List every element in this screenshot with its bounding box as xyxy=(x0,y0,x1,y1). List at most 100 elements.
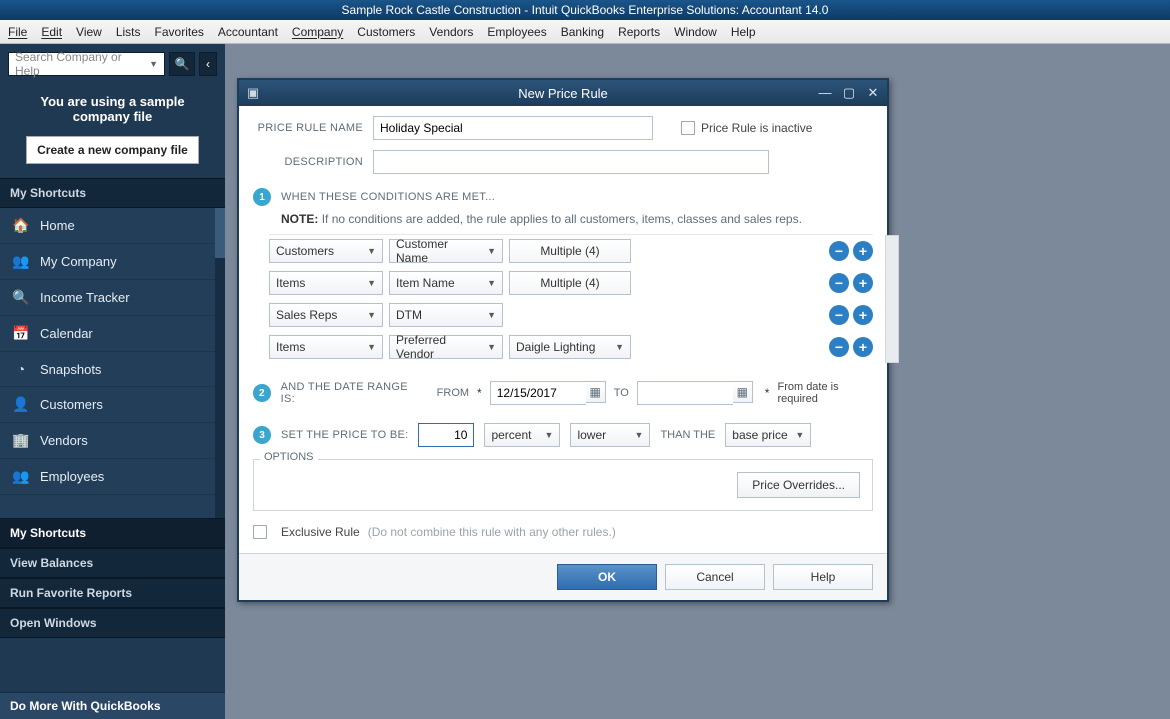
sidebar-item-income[interactable]: 🔍Income Tracker xyxy=(0,280,225,316)
sidebar-item-label: Employees xyxy=(40,469,104,484)
search-input[interactable]: Search Company or Help ▼ xyxy=(8,52,165,76)
add-condition-button[interactable]: + xyxy=(853,305,873,325)
dialog-titlebar[interactable]: ▣ New Price Rule — ▢ ✕ xyxy=(239,80,887,106)
menu-lists[interactable]: Lists xyxy=(116,25,141,39)
sidebar-item-snapshots[interactable]: ◔Snapshots xyxy=(0,352,225,387)
new-price-rule-dialog: ▣ New Price Rule — ▢ ✕ PRICE RULE NAME P… xyxy=(237,78,889,602)
inactive-checkbox[interactable] xyxy=(681,121,695,135)
conditions-scrollbar[interactable] xyxy=(885,235,899,363)
sidebar-item-label: Calendar xyxy=(40,326,93,341)
step-1-badge: 1 xyxy=(253,188,271,206)
condition-type-dropdown[interactable]: Sales Reps▼ xyxy=(269,303,383,327)
remove-condition-button[interactable]: − xyxy=(829,305,849,325)
step-2-label: AND THE DATE RANGE IS: xyxy=(281,381,423,405)
menu-banking[interactable]: Banking xyxy=(561,25,604,39)
sidebar-item-label: Income Tracker xyxy=(40,290,130,305)
sidebar-item-vendors[interactable]: 🏢Vendors xyxy=(0,423,225,459)
exclusive-hint: (Do not combine this rule with any other… xyxy=(368,525,616,539)
calendar-icon[interactable]: ▦ xyxy=(733,381,753,403)
dialog-menu-icon[interactable]: ▣ xyxy=(239,85,267,101)
description-input[interactable] xyxy=(373,150,769,174)
direction-dropdown[interactable]: lower▼ xyxy=(570,423,650,447)
add-condition-button[interactable]: + xyxy=(853,273,873,293)
condition-value-button[interactable]: Multiple (4) xyxy=(509,239,631,263)
building-icon: 🏢 xyxy=(12,432,30,449)
section-my-shortcuts[interactable]: My Shortcuts xyxy=(0,178,225,208)
condition-field-dropdown[interactable]: DTM▼ xyxy=(389,303,503,327)
menu-edit[interactable]: Edit xyxy=(41,25,62,39)
menu-help[interactable]: Help xyxy=(731,25,756,39)
to-date-input[interactable] xyxy=(637,381,733,405)
chevron-down-icon: ▼ xyxy=(367,310,376,320)
price-overrides-button[interactable]: Price Overrides... xyxy=(737,472,860,498)
menu-company[interactable]: Company xyxy=(292,25,343,39)
from-date-input[interactable] xyxy=(490,381,586,405)
to-label: TO xyxy=(614,387,629,399)
sidebar-scrollbar-thumb[interactable] xyxy=(215,208,225,258)
close-icon[interactable]: ✕ xyxy=(865,86,881,100)
minimize-icon[interactable]: — xyxy=(817,86,833,100)
sidebar-item-employees[interactable]: 👥Employees xyxy=(0,459,225,495)
section-fav-reports[interactable]: Run Favorite Reports xyxy=(0,578,225,608)
chevron-down-icon: ▼ xyxy=(615,342,624,352)
than-the-label: THAN THE xyxy=(660,429,715,441)
condition-value-dropdown[interactable]: Daigle Lighting▼ xyxy=(509,335,631,359)
conditions-note: NOTE: If no conditions are added, the ru… xyxy=(281,212,873,226)
sidebar-item-label: Customers xyxy=(40,397,103,412)
menu-view[interactable]: View xyxy=(76,25,102,39)
sidebar-item-calendar[interactable]: 📅Calendar xyxy=(0,316,225,352)
company-icon: 👥 xyxy=(12,253,30,270)
calendar-icon[interactable]: ▦ xyxy=(586,381,606,403)
shortcuts-list: 🏠Home 👥 My Company 🔍Income Tracker 📅Calen… xyxy=(0,208,225,518)
chevron-down-icon: ▼ xyxy=(487,310,496,320)
menu-employees[interactable]: Employees xyxy=(487,25,546,39)
dialog-footer: OK Cancel Help xyxy=(239,553,887,600)
condition-type-dropdown[interactable]: Items▼ xyxy=(269,271,383,295)
base-dropdown[interactable]: base price▼ xyxy=(725,423,811,447)
collapse-sidebar-button[interactable]: ‹ xyxy=(199,52,217,76)
sidebar-item-customers[interactable]: 👤Customers xyxy=(0,387,225,423)
condition-field-dropdown[interactable]: Customer Name▼ xyxy=(389,239,503,263)
ok-button[interactable]: OK xyxy=(557,564,657,590)
sidebar-item-home[interactable]: 🏠Home xyxy=(0,208,225,244)
sidebar-item-label: My Company xyxy=(40,254,117,269)
menu-favorites[interactable]: Favorites xyxy=(155,25,204,39)
piechart-icon: ◔ xyxy=(12,361,30,377)
app-titlebar: Sample Rock Castle Construction - Intuit… xyxy=(0,0,1170,20)
cancel-button[interactable]: Cancel xyxy=(665,564,765,590)
condition-type-dropdown[interactable]: Customers▼ xyxy=(269,239,383,263)
section-view-balances[interactable]: View Balances xyxy=(0,548,225,578)
remove-condition-button[interactable]: − xyxy=(829,337,849,357)
add-condition-button[interactable]: + xyxy=(853,241,873,261)
menu-window[interactable]: Window xyxy=(674,25,717,39)
condition-row: Customers▼Customer Name▼Multiple (4) −+ xyxy=(269,235,873,267)
do-more-header[interactable]: Do More With QuickBooks xyxy=(0,692,225,719)
menu-vendors[interactable]: Vendors xyxy=(429,25,473,39)
condition-row: Sales Reps▼DTM▼ −+ xyxy=(269,299,873,331)
section-open-windows[interactable]: Open Windows xyxy=(0,608,225,638)
menu-customers[interactable]: Customers xyxy=(357,25,415,39)
remove-condition-button[interactable]: − xyxy=(829,241,849,261)
chevron-down-icon: ▼ xyxy=(487,342,496,352)
workspace: ▣ New Price Rule — ▢ ✕ PRICE RULE NAME P… xyxy=(225,44,1170,719)
section-my-shortcuts-footer[interactable]: My Shortcuts xyxy=(0,518,225,548)
add-condition-button[interactable]: + xyxy=(853,337,873,357)
sidebar-item-mycompany[interactable]: 👥 My Company xyxy=(0,244,225,280)
menu-file[interactable]: File xyxy=(8,25,27,39)
chevron-down-icon: ▼ xyxy=(367,278,376,288)
condition-field-dropdown[interactable]: Item Name▼ xyxy=(389,271,503,295)
exclusive-checkbox[interactable] xyxy=(253,525,267,539)
search-button[interactable]: 🔍 xyxy=(169,52,195,76)
condition-type-dropdown[interactable]: Items▼ xyxy=(269,335,383,359)
create-company-button[interactable]: Create a new company file xyxy=(26,136,199,164)
unit-dropdown[interactable]: percent▼ xyxy=(484,423,560,447)
menu-reports[interactable]: Reports xyxy=(618,25,660,39)
remove-condition-button[interactable]: − xyxy=(829,273,849,293)
help-button[interactable]: Help xyxy=(773,564,873,590)
condition-field-dropdown[interactable]: Preferred Vendor▼ xyxy=(389,335,503,359)
menu-accountant[interactable]: Accountant xyxy=(218,25,278,39)
maximize-icon[interactable]: ▢ xyxy=(841,86,857,100)
price-amount-input[interactable] xyxy=(418,423,474,447)
rule-name-input[interactable] xyxy=(373,116,653,140)
condition-value-button[interactable]: Multiple (4) xyxy=(509,271,631,295)
